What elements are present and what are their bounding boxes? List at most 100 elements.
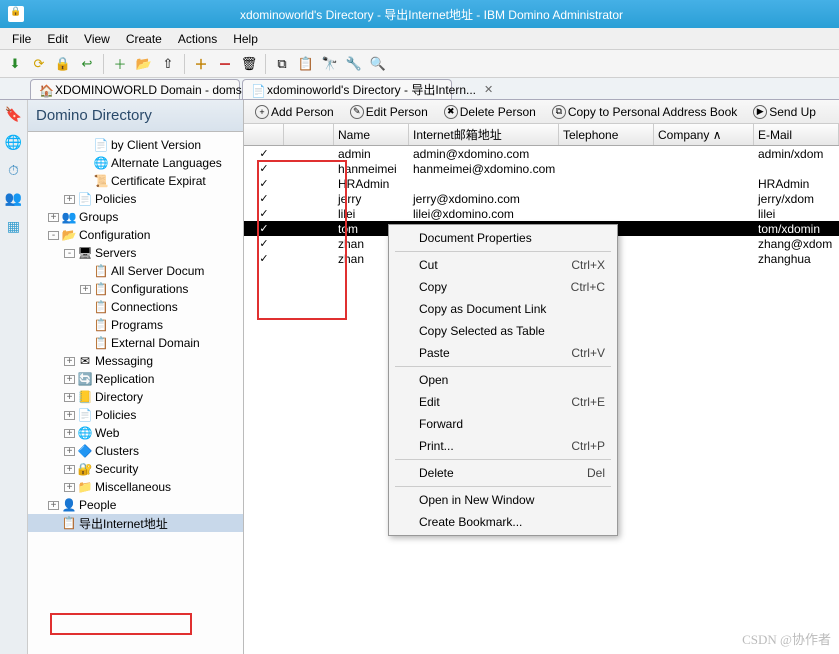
menu-item[interactable]: Open xyxy=(391,369,615,391)
tree-item[interactable]: +🔄Replication xyxy=(28,370,243,388)
copy-icon[interactable]: ⧉ xyxy=(271,53,293,75)
tree-item[interactable]: 📋All Server Docum xyxy=(28,262,243,280)
column-header[interactable]: Telephone xyxy=(559,124,654,145)
menu-item[interactable]: PasteCtrl+V xyxy=(391,342,615,364)
nav-up-icon[interactable]: ⇧ xyxy=(157,53,179,75)
expander-icon[interactable]: + xyxy=(64,375,75,384)
remove-icon[interactable]: － xyxy=(214,53,236,75)
column-header[interactable]: Name xyxy=(334,124,409,145)
table-row[interactable]: ✓hanmeimeihanmeimei@xdomino.com xyxy=(244,161,839,176)
send-button[interactable]: ▶Send Up xyxy=(746,102,823,122)
menu-help[interactable]: Help xyxy=(225,30,266,48)
row-check: ✓ xyxy=(244,177,284,190)
tree-item[interactable]: 📋Programs xyxy=(28,316,243,334)
people-icon[interactable]: 👥 xyxy=(4,188,24,208)
bookmark-icon[interactable]: 🔖 xyxy=(4,104,24,124)
tree-item[interactable]: 📋External Domain xyxy=(28,334,243,352)
lock-icon[interactable]: 🔒 xyxy=(52,53,74,75)
column-header[interactable]: Company ∧ xyxy=(654,124,754,145)
create-icon[interactable]: ＋ xyxy=(109,53,131,75)
edit-person-button[interactable]: ✎Edit Person xyxy=(343,102,435,122)
expander-icon[interactable]: + xyxy=(64,393,75,402)
browser-icon[interactable]: 🌐 xyxy=(4,132,24,152)
table-row[interactable]: ✓jerryjerry@xdomino.comjerry/xdom xyxy=(244,191,839,206)
column-header[interactable]: Internet邮箱地址 xyxy=(409,124,559,145)
table-row[interactable]: ✓HRAdminHRAdmin xyxy=(244,176,839,191)
folder-icon[interactable]: 📂 xyxy=(133,53,155,75)
delete-icon[interactable]: 🗑 xyxy=(238,53,260,75)
tree-item[interactable]: -🖥Servers xyxy=(28,244,243,262)
add-person-button[interactable]: +Add Person xyxy=(248,102,341,122)
menu-item[interactable]: Copy Selected as Table xyxy=(391,320,615,342)
save-icon[interactable]: ⬇ xyxy=(4,53,26,75)
tab-domain[interactable]: 🏠 XDOMINOWORLD Domain - domsrv0... xyxy=(30,79,240,99)
column-header[interactable] xyxy=(244,124,284,145)
expander-icon[interactable]: + xyxy=(48,501,59,510)
menu-item[interactable]: DeleteDel xyxy=(391,462,615,484)
nav-tree[interactable]: 📄by Client Version🌐Alternate Languages📜C… xyxy=(28,132,243,654)
add-icon[interactable]: ＋ xyxy=(190,53,212,75)
expander-icon[interactable]: + xyxy=(64,195,75,204)
menu-item[interactable]: Print...Ctrl+P xyxy=(391,435,615,457)
tree-item[interactable]: 📄by Client Version xyxy=(28,136,243,154)
tree-item[interactable]: 📋导出Internet地址 xyxy=(28,514,243,532)
menu-item[interactable]: Document Properties xyxy=(391,227,615,249)
tree-item[interactable]: +🌐Web xyxy=(28,424,243,442)
copy-addressbook-button[interactable]: ⧉Copy to Personal Address Book xyxy=(545,102,744,122)
watermark: CSDN @协作者 xyxy=(742,629,831,648)
menu-create[interactable]: Create xyxy=(118,30,170,48)
menu-item[interactable]: CopyCtrl+C xyxy=(391,276,615,298)
menu-edit[interactable]: Edit xyxy=(39,30,76,48)
expander-icon[interactable]: + xyxy=(64,483,75,492)
tree-item[interactable]: +🔐Security xyxy=(28,460,243,478)
tree-item[interactable]: +📄Policies xyxy=(28,190,243,208)
tree-label: Policies xyxy=(95,192,136,206)
expander-icon[interactable]: + xyxy=(64,357,75,366)
tree-item[interactable]: +✉Messaging xyxy=(28,352,243,370)
tree-item[interactable]: +🔷Clusters xyxy=(28,442,243,460)
tab-directory[interactable]: 📄 xdominoworld's Directory - 导出Intern...… xyxy=(242,79,452,99)
expander-icon[interactable]: + xyxy=(64,411,75,420)
tree-item[interactable]: +📒Directory xyxy=(28,388,243,406)
refresh-icon[interactable]: ⟳ xyxy=(28,53,50,75)
apps-icon[interactable]: ▦ xyxy=(4,216,24,236)
reply-icon[interactable]: ↩ xyxy=(76,53,98,75)
paste-icon[interactable]: 📋 xyxy=(295,53,317,75)
tree-item[interactable]: -📂Configuration xyxy=(28,226,243,244)
search-icon[interactable]: 🔍 xyxy=(367,53,389,75)
expander-icon[interactable]: + xyxy=(48,213,59,222)
expander-icon[interactable]: + xyxy=(64,447,75,456)
table-row[interactable]: ✓lileililei@xdomino.comlilei xyxy=(244,206,839,221)
column-header[interactable]: E-Mail xyxy=(754,124,839,145)
history-icon[interactable]: ⏱ xyxy=(4,160,24,180)
expander-icon[interactable]: + xyxy=(64,465,75,474)
menu-item[interactable]: Open in New Window xyxy=(391,489,615,511)
menu-item[interactable]: Forward xyxy=(391,413,615,435)
expander-icon[interactable]: + xyxy=(80,285,91,294)
menu-view[interactable]: View xyxy=(76,30,118,48)
tree-item[interactable]: 📜Certificate Expirat xyxy=(28,172,243,190)
expander-icon[interactable]: - xyxy=(64,249,75,258)
tree-item[interactable]: +👤People xyxy=(28,496,243,514)
menu-actions[interactable]: Actions xyxy=(170,30,225,48)
menu-item[interactable]: Create Bookmark... xyxy=(391,511,615,533)
tree-item[interactable]: +👥Groups xyxy=(28,208,243,226)
expander-icon[interactable]: - xyxy=(48,231,59,240)
expander-icon[interactable]: + xyxy=(64,429,75,438)
column-header[interactable] xyxy=(284,124,334,145)
menu-item[interactable]: CutCtrl+X xyxy=(391,254,615,276)
tree-item[interactable]: +📄Policies xyxy=(28,406,243,424)
menu-file[interactable]: File xyxy=(4,30,39,48)
menu-item[interactable]: EditCtrl+E xyxy=(391,391,615,413)
tree-item[interactable]: 📋Connections xyxy=(28,298,243,316)
table-row[interactable]: ✓adminadmin@xdomino.comadmin/xdom xyxy=(244,146,839,161)
tree-item[interactable]: 🌐Alternate Languages xyxy=(28,154,243,172)
delete-person-button[interactable]: ✖Delete Person xyxy=(437,102,543,122)
tree-item[interactable]: +📁Miscellaneous xyxy=(28,478,243,496)
pencil-icon: ✎ xyxy=(350,105,364,119)
tree-item[interactable]: +📋Configurations xyxy=(28,280,243,298)
menu-item[interactable]: Copy as Document Link xyxy=(391,298,615,320)
close-icon[interactable]: ✕ xyxy=(484,83,493,96)
properties-icon[interactable]: 🔧 xyxy=(343,53,365,75)
binoculars-icon[interactable]: 🔭 xyxy=(319,53,341,75)
